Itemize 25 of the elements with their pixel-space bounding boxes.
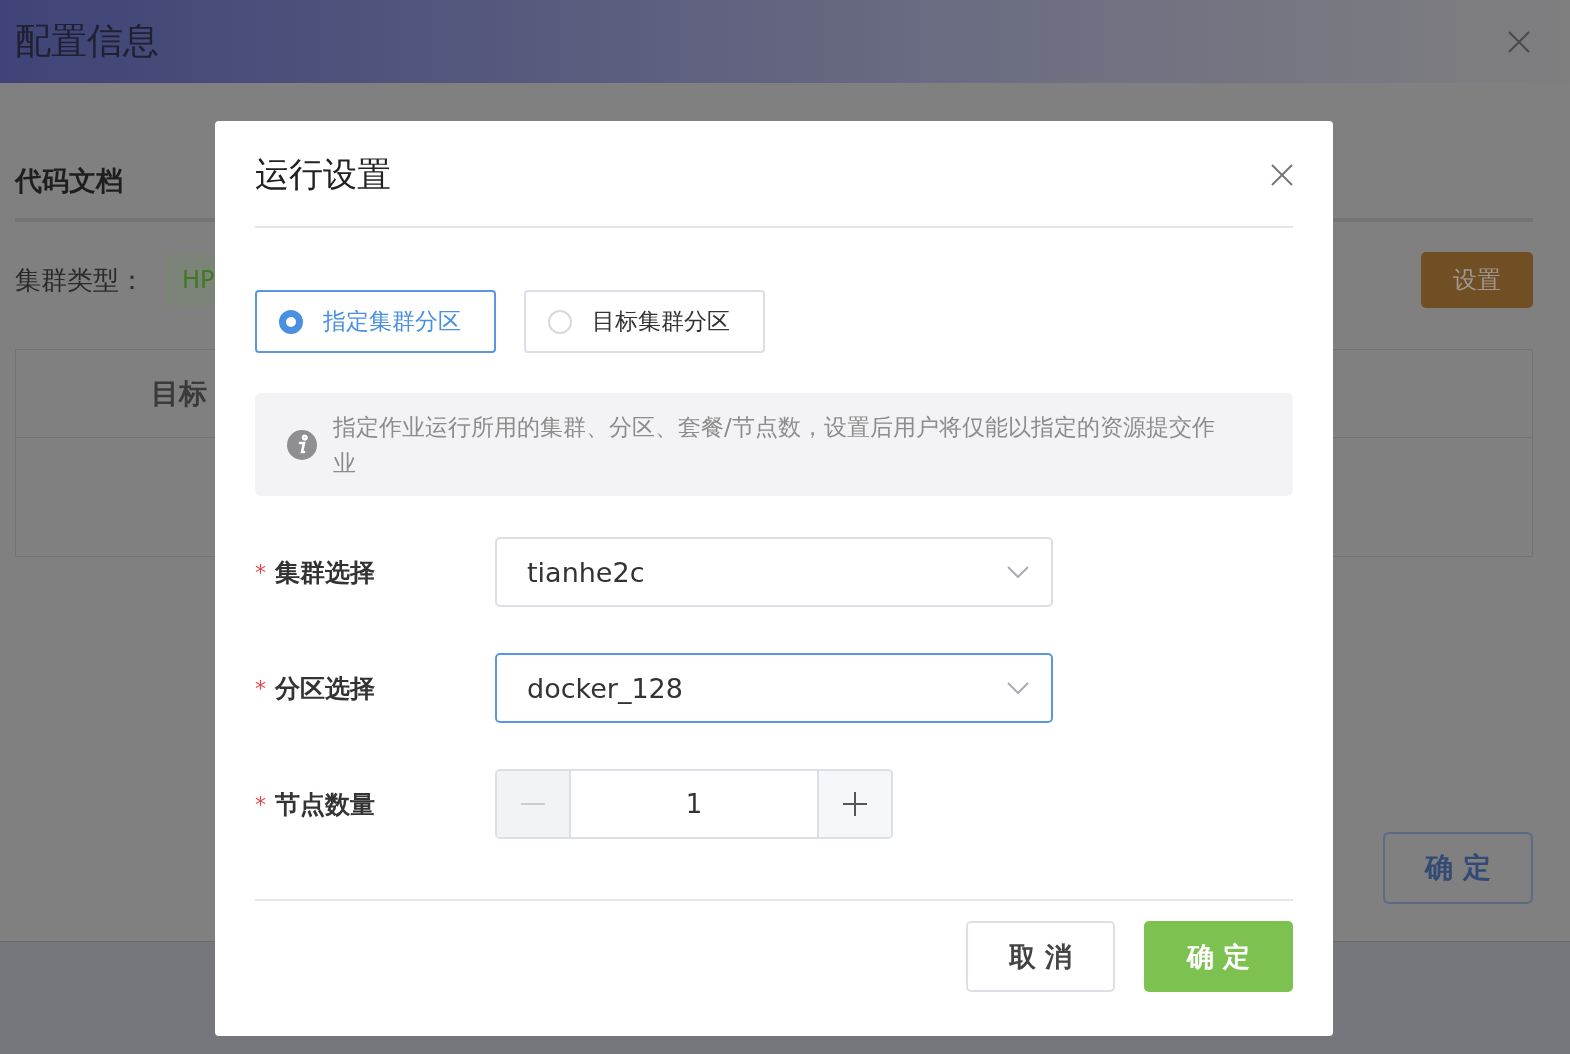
required-mark: * <box>255 675 267 701</box>
field-label: 分区选择 <box>275 672 376 705</box>
tab[interactable]: 代码文档 <box>15 163 123 218</box>
required-mark: * <box>255 559 267 585</box>
select-field[interactable]: docker_128 <box>495 653 1053 723</box>
chevron-down-icon <box>1007 682 1029 694</box>
select-field[interactable]: tianhe2c <box>495 537 1053 607</box>
close-icon[interactable] <box>1508 30 1530 53</box>
close-icon[interactable] <box>1271 163 1293 186</box>
plus-icon <box>843 792 867 816</box>
cancel-button[interactable]: 取 消 <box>966 921 1115 992</box>
cluster-type-label: 集群类型： <box>15 263 145 297</box>
radio-icon <box>279 309 303 334</box>
radio-icon <box>548 309 572 334</box>
chevron-down-icon <box>1007 566 1029 578</box>
required-mark: * <box>255 791 267 817</box>
field-label: 集群选择 <box>275 556 376 589</box>
info-icon <box>287 429 317 460</box>
minus-icon <box>521 803 545 805</box>
column-header: 目标 <box>151 375 207 412</box>
page-title: 配置信息 <box>15 19 159 63</box>
field-label: 节点数量 <box>275 788 376 821</box>
dialog-title: 运行设置 <box>255 152 391 196</box>
radio-option[interactable]: 目标集群分区 <box>524 290 765 353</box>
info-text: 指定作业运行所用的集群、分区、套餐/节点数，设置后用户将仅能以指定的资源提交作业 <box>333 412 1216 478</box>
